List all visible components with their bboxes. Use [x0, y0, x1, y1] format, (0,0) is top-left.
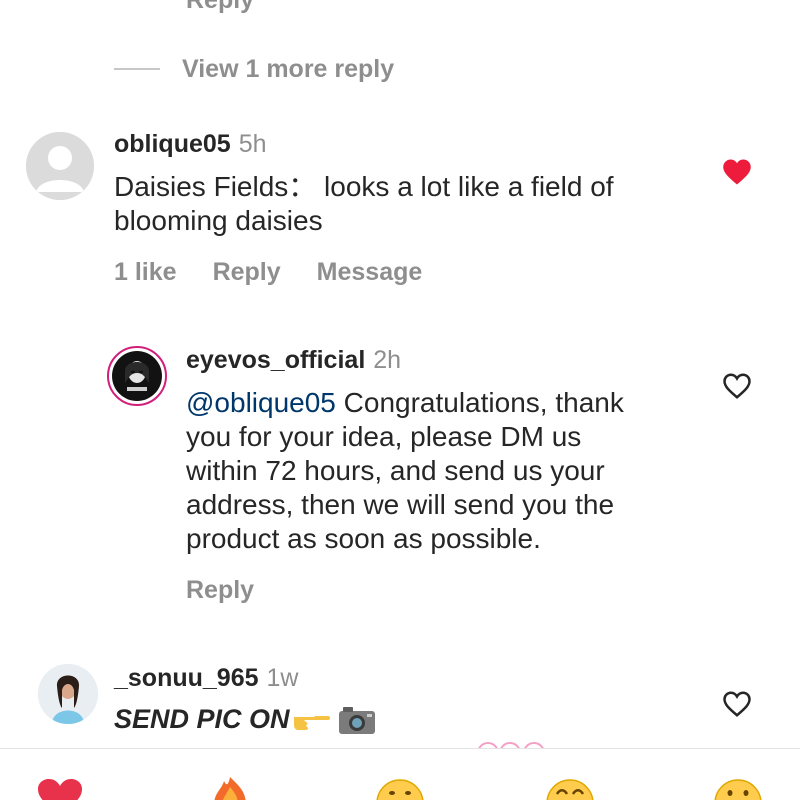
view-more-replies-label: View 1 more reply: [182, 54, 395, 83]
comment-text-line: blooming daisies: [114, 205, 323, 236]
mention-link[interactable]: @oblique05: [186, 387, 336, 418]
avatar-oblique05[interactable]: [26, 132, 94, 200]
reply-button[interactable]: Reply: [186, 576, 254, 605]
comment-text-line: Daisies Fields： looks a lot like a field…: [114, 171, 614, 202]
comment-username[interactable]: oblique05: [114, 130, 231, 159]
grin-emoji-icon[interactable]: [714, 779, 762, 800]
profile-photo-avatar: [38, 664, 98, 724]
like-button[interactable]: [722, 690, 752, 718]
comment-text-line: product as soon as possible.: [186, 523, 541, 554]
reply-thread-line: [114, 68, 160, 70]
comment-time: 5h: [238, 130, 267, 158]
comment-time: 1w: [266, 664, 299, 692]
like-button[interactable]: [722, 158, 752, 186]
comment-text-line: you for your idea, please DM us: [186, 421, 582, 452]
heart-filled-icon: [723, 159, 751, 185]
comment-header: _sonuu_965 1w: [114, 664, 298, 693]
comment-text: SEND PIC ON: [114, 704, 376, 735]
comment-actions: Reply: [186, 576, 290, 605]
heart-outline-icon: [723, 373, 751, 399]
message-button[interactable]: Message: [317, 258, 423, 287]
camera-icon: [338, 705, 376, 735]
like-button[interactable]: [722, 372, 752, 400]
view-more-replies[interactable]: View 1 more reply: [114, 52, 394, 86]
laugh-emoji-icon[interactable]: [546, 779, 594, 800]
comment-text: @oblique05 Congratulations, thank you fo…: [186, 386, 706, 556]
comment-text-line: @oblique05 Congratulations, thank: [186, 386, 706, 420]
heart-outline-icon: [723, 691, 751, 717]
heart-emoji-icon[interactable]: [36, 779, 84, 800]
comment-header: eyevos_official 2h: [186, 346, 401, 375]
comment-text-fragment: SEND PIC ON: [114, 704, 290, 734]
previous-reply-link[interactable]: Reply: [186, 0, 254, 15]
comment-text-line: within 72 hours, and send us your: [186, 455, 605, 486]
reply-button[interactable]: Reply: [213, 258, 281, 287]
comment-text-line: address, then we will send you the: [186, 489, 615, 520]
fire-emoji-icon[interactable]: [210, 775, 250, 800]
likes-count-link[interactable]: 1 like: [114, 258, 177, 287]
default-avatar-icon: [26, 132, 94, 200]
comment-text-fragment: Congratulations, thank: [335, 387, 624, 418]
avatar-sonuu-965[interactable]: [38, 664, 98, 724]
avatar-eyevos-official[interactable]: [107, 346, 167, 406]
emoji-reaction-bar: [0, 748, 800, 800]
comment-text: Daisies Fields： looks a lot like a field…: [114, 170, 694, 238]
comment-header: oblique05 5h: [114, 130, 267, 159]
pointing-hand-icon: [292, 707, 332, 733]
comment-time: 2h: [373, 346, 402, 374]
brand-logo-avatar: [112, 351, 162, 401]
comment-actions: 1 like Reply Message: [114, 258, 458, 287]
comment-username[interactable]: eyevos_official: [186, 346, 365, 375]
smile-emoji-icon[interactable]: [376, 779, 424, 800]
comment-username[interactable]: _sonuu_965: [114, 664, 259, 693]
